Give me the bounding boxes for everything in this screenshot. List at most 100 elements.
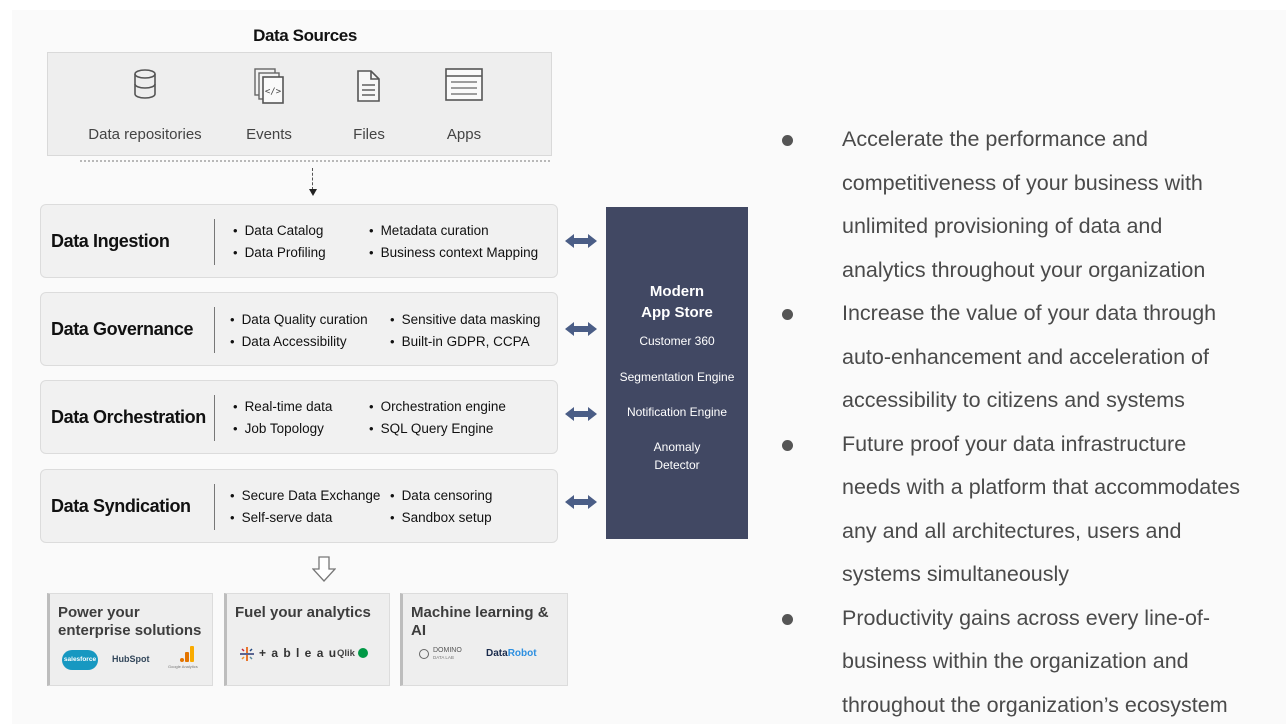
benefit-line: competitiveness of your business with: [842, 170, 1203, 195]
layer-bullet: Sensitive data masking: [390, 312, 541, 327]
tableau-cross-icon: [240, 647, 254, 661]
app-store-title-line: App Store: [641, 304, 713, 321]
benefit-line: auto-enhancement and acceleration of: [842, 344, 1209, 369]
benefit-line: business within the organization and: [842, 649, 1189, 673]
data-sources-title: Data Sources: [253, 26, 357, 45]
layer-title: Data Governance: [51, 318, 194, 339]
outcome-card-analytics: Fuel your analytics + a b l e a u Qlik: [224, 593, 390, 686]
outcome-title: Power your enterprise solutions: [58, 604, 201, 640]
benefit-line: Future proof your data infrastructure: [842, 431, 1187, 456]
double-arrow-icon: [565, 407, 597, 421]
double-arrow-icon: [565, 234, 597, 248]
app-store-item: Detector: [654, 458, 700, 472]
layer-bullet: Data Accessibility: [230, 334, 347, 349]
source-label: Apps: [446, 126, 482, 143]
app-store-item: Customer 360: [639, 334, 715, 348]
benefit-line: accessibility to citizens and systems: [842, 388, 1185, 412]
layer-bullet: Metadata curation: [369, 223, 489, 238]
app-store-title-line: Modern: [649, 283, 705, 300]
benefit-line: Accelerate the performance and: [842, 127, 1148, 151]
flow-connector: [312, 168, 313, 190]
benefit-line: analytics throughout your organization: [842, 257, 1206, 282]
domino-subtitle: DATA LAB: [433, 655, 454, 660]
google-analytics-logo: Google Analytics: [168, 664, 198, 669]
outcome-title-line: AI: [411, 622, 426, 639]
app-store-title: Modern App Store: [606, 281, 748, 323]
benefit-line: throughout the organization’s ecosystem: [842, 692, 1228, 717]
benefit-item: Increase the value of your data through …: [780, 292, 1286, 423]
outcome-title: Machine learning & AI: [411, 604, 549, 640]
layer-data-ingestion: Data Ingestion Data Catalog Data Profili…: [40, 204, 558, 278]
layer-divider: [214, 307, 215, 353]
bullet-icon: [782, 439, 793, 451]
layer-bullet: Secure Data Exchange: [230, 488, 381, 503]
layer-bullet: Orchestration engine: [369, 399, 506, 414]
outcome-title: Fuel your analytics: [235, 604, 371, 622]
app-store-item: Segmentation Engine: [619, 370, 735, 384]
hubspot-logo: HubSpot: [112, 654, 150, 664]
app-window-icon: [445, 68, 483, 101]
layer-divider: [214, 484, 215, 530]
bullet-icon: [782, 613, 793, 625]
tableau-logo: + a b l e a u: [259, 646, 338, 660]
layer-bullet: Business context Mapping: [369, 245, 539, 260]
layer-bullet: Data Catalog: [233, 223, 324, 238]
layer-data-syndication: Data Syndication Secure Data Exchange Se…: [40, 469, 558, 543]
app-store-item: Notification Engine: [626, 405, 728, 419]
datarobot-logo-part: Robot: [507, 648, 537, 659]
benefit-item: Accelerate the performance and competiti…: [780, 118, 1286, 292]
modern-app-store-panel: Modern App Store Customer 360 Segmentati…: [606, 207, 748, 539]
layer-bullet: Self-serve data: [230, 510, 333, 525]
benefits-list: Accelerate the performance and competiti…: [780, 118, 1286, 724]
layer-bullet: Real-time data: [233, 399, 333, 414]
layer-data-orchestration: Data Orchestration Real-time data Job To…: [40, 380, 558, 454]
data-sources-box: Data repositories </> Events Files Apps: [47, 52, 552, 156]
benefit-line: any and all architectures, users and: [842, 518, 1182, 543]
layer-bullet: SQL Query Engine: [369, 421, 494, 436]
layer-bullet: Data Quality curation: [230, 312, 368, 327]
double-arrow-icon: [565, 495, 597, 509]
benefit-line: systems simultaneously: [842, 562, 1070, 586]
qlik-logo: Qlik: [337, 648, 355, 659]
dotted-separator: [80, 160, 550, 162]
outcome-card-enterprise: Power your enterprise solutions salesfor…: [47, 593, 213, 686]
bullet-icon: [782, 309, 793, 320]
outcome-title-line: enterprise solutions: [58, 622, 202, 639]
outcome-title-line: Power your: [58, 604, 140, 621]
benefit-item: Future proof your data infrastructure ne…: [780, 423, 1286, 597]
qlik-dot-icon: [358, 648, 368, 658]
benefit-line: Increase the value of your data through: [842, 301, 1217, 325]
database-icon: [134, 69, 156, 99]
datarobot-logo: DataRobot: [486, 648, 537, 659]
outcome-title-line: Machine learning &: [411, 604, 549, 621]
layer-divider: [214, 219, 215, 265]
source-label: Data repositories: [88, 126, 202, 143]
benefit-item: Productivity gains across every line-of-…: [780, 597, 1286, 724]
layer-data-governance: Data Governance Data Quality curation Da…: [40, 292, 558, 366]
double-arrow-icon: [565, 322, 597, 336]
outcome-card-machine-learning: Machine learning & AI DOMINO DATA LAB Da…: [400, 593, 568, 686]
app-store-item: Anomaly: [653, 440, 701, 454]
arrow-down-outline-icon: [312, 556, 336, 582]
benefit-line: unlimited provisioning of data and: [842, 214, 1163, 238]
layer-bullet: Data censoring: [390, 488, 493, 503]
layer-title: Data Syndication: [51, 495, 191, 516]
layer-bullet: Sandbox setup: [390, 510, 492, 525]
domino-logo: DOMINO: [433, 647, 462, 654]
outcome-title-line: Fuel your analytics: [235, 604, 371, 621]
layer-title: Data Orchestration: [51, 406, 206, 427]
benefit-line: Productivity gains across every line-of-: [842, 605, 1211, 630]
datarobot-logo-part: Data: [486, 648, 508, 659]
domino-circle-icon: [419, 649, 429, 659]
layer-divider: [214, 395, 215, 441]
file-icon: [357, 70, 380, 102]
layer-bullet: Built-in GDPR, CCPA: [390, 334, 530, 349]
benefit-line: needs with a platform that accommodates: [842, 475, 1240, 499]
layer-title: Data Ingestion: [51, 230, 170, 251]
code-files-icon: </>: [254, 68, 284, 104]
layer-bullet: Job Topology: [233, 421, 324, 436]
bullet-icon: [782, 135, 793, 146]
salesforce-logo: salesforce: [62, 650, 98, 670]
arrow-down-icon: [309, 189, 317, 196]
layer-bullet: Data Profiling: [233, 245, 326, 260]
